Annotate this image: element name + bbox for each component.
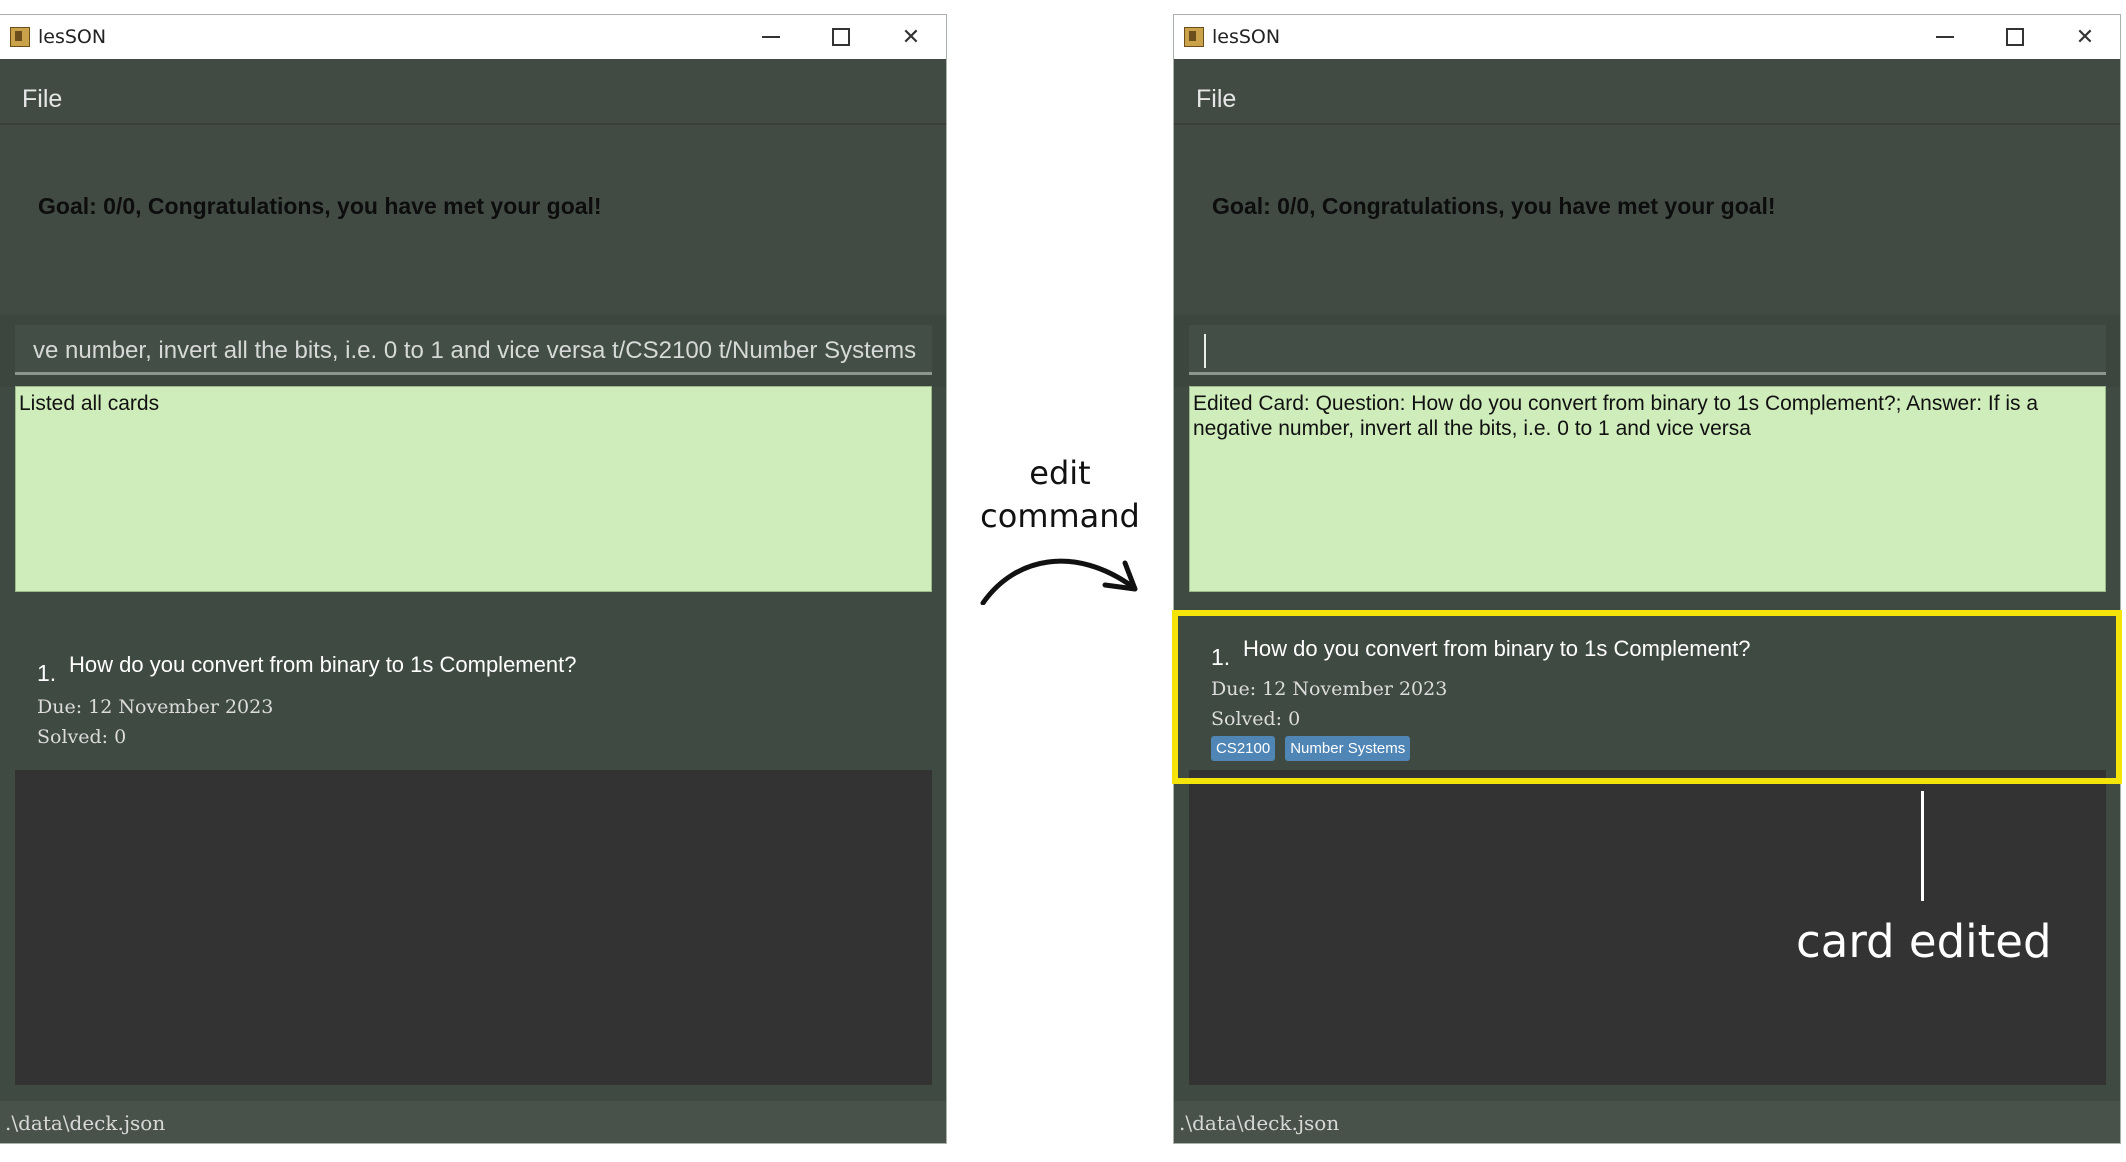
minimize-icon: [1936, 36, 1954, 38]
command-input[interactable]: ve number, invert all the bits, i.e. 0 t…: [15, 325, 932, 375]
card-due: Due: 12 November 2023: [37, 696, 274, 718]
arrow-label: edit command: [952, 452, 1168, 538]
goal-text: Goal: 0/0, Congratulations, you have met…: [1212, 193, 1776, 219]
goal-text: Goal: 0/0, Congratulations, you have met…: [38, 193, 602, 219]
status-bar: .\data\deck.json: [1174, 1101, 2120, 1143]
command-area: [1174, 315, 2120, 387]
result-display: Listed all cards: [15, 386, 932, 592]
status-file-path: .\data\deck.json: [5, 1111, 166, 1135]
status-file-path: .\data\deck.json: [1179, 1111, 1340, 1135]
maximize-button[interactable]: [812, 19, 870, 55]
card-item[interactable]: 1. How do you convert from binary to 1s …: [15, 618, 932, 770]
menu-bar: File: [0, 59, 946, 125]
callout-line: [1921, 791, 1924, 901]
window-title: lesSON: [1212, 26, 1281, 48]
command-input[interactable]: [1189, 325, 2106, 375]
close-button[interactable]: ✕: [2056, 19, 2114, 55]
maximize-icon: [2006, 28, 2024, 46]
card-list[interactable]: 1. How do you convert from binary to 1s …: [15, 618, 932, 1085]
card-question: How do you convert from binary to 1s Com…: [69, 652, 577, 677]
status-bar: .\data\deck.json: [0, 1101, 946, 1143]
maximize-button[interactable]: [1986, 19, 2044, 55]
close-icon: ✕: [901, 24, 921, 50]
command-text: ve number, invert all the bits, i.e. 0 t…: [33, 337, 917, 364]
arrow-label-line2: command: [980, 497, 1140, 535]
card-solved: Solved: 0: [37, 726, 127, 748]
close-button[interactable]: ✕: [882, 19, 940, 55]
window-title: lesSON: [38, 26, 107, 48]
card-index: 1.: [37, 660, 57, 686]
title-bar[interactable]: lesSON ✕: [1174, 15, 2120, 59]
window-before: lesSON ✕ File Goal: 0/0, Congratulations…: [0, 15, 946, 1143]
arrow-label-line1: edit: [1029, 454, 1091, 492]
window-after: lesSON ✕ File Goal: 0/0, Congratulations…: [1174, 15, 2120, 1143]
app-icon: [10, 27, 30, 47]
result-display: Edited Card: Question: How do you conver…: [1189, 386, 2106, 592]
edited-card-highlight: [1172, 610, 2122, 784]
minimize-button[interactable]: [1916, 19, 1974, 55]
menu-file[interactable]: File: [1196, 85, 1236, 114]
curved-arrow-icon: [980, 558, 1138, 605]
text-caret: [1204, 334, 1206, 368]
app-icon: [1184, 27, 1204, 47]
minimize-button[interactable]: [742, 19, 800, 55]
maximize-icon: [832, 28, 850, 46]
card-edited-label: card edited: [1796, 915, 2052, 968]
command-area: ve number, invert all the bits, i.e. 0 t…: [0, 315, 946, 387]
title-bar[interactable]: lesSON ✕: [0, 15, 946, 59]
close-icon: ✕: [2075, 24, 2095, 50]
minimize-icon: [762, 36, 780, 38]
menu-bar: File: [1174, 59, 2120, 125]
menu-file[interactable]: File: [22, 85, 62, 114]
